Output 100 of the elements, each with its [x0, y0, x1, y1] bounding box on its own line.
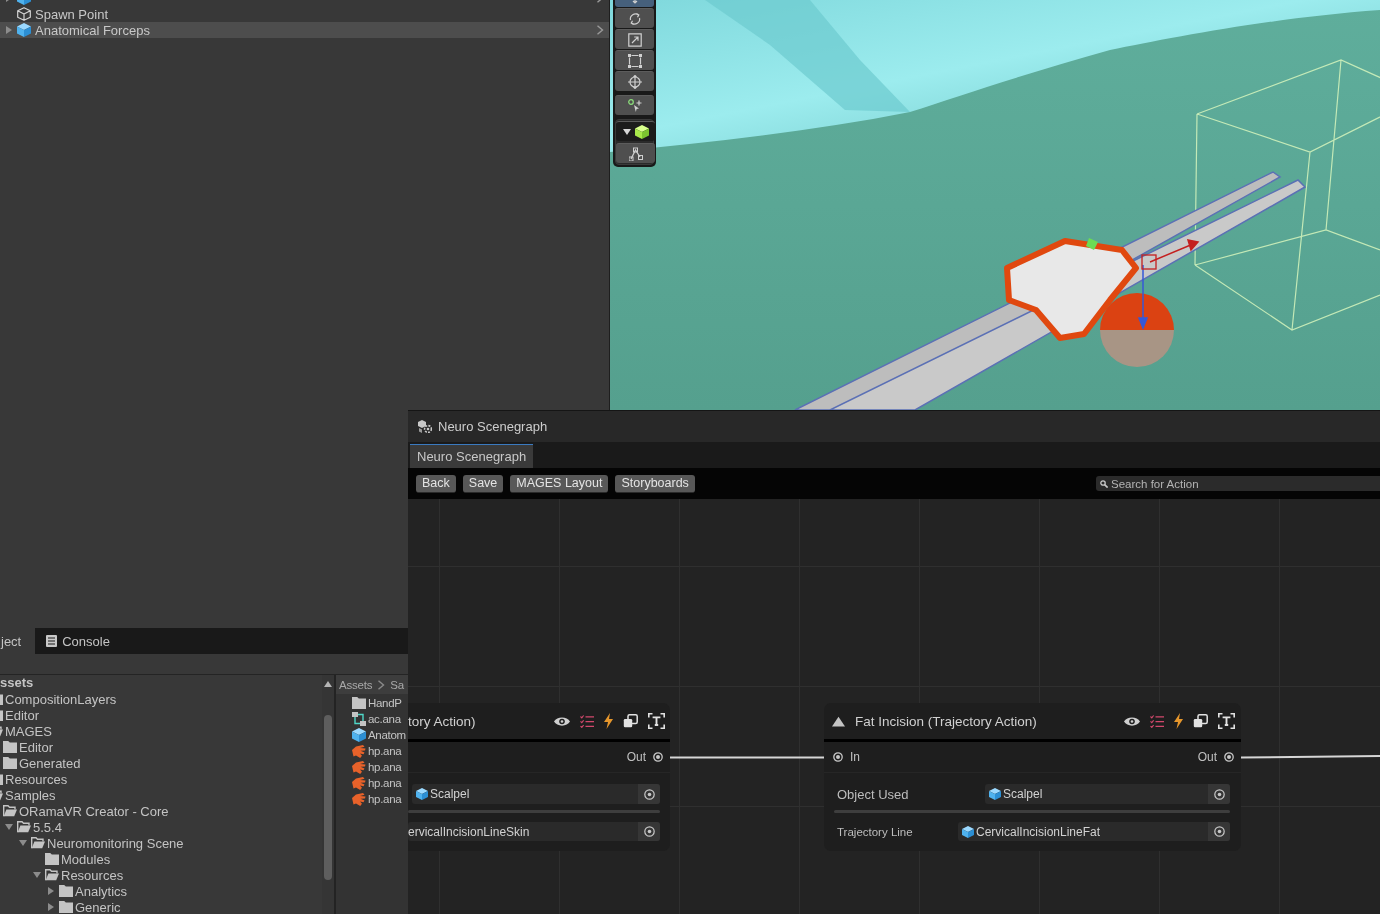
toolbar-button[interactable]: Back: [416, 474, 456, 493]
asset-name[interactable]: hp.ana: [368, 745, 402, 757]
object-field[interactable]: Scalpel: [412, 784, 660, 804]
node-title: Fat Incision (Trajectory Action): [855, 713, 1037, 729]
checklist-icon[interactable]: [1150, 714, 1164, 728]
lightning-icon[interactable]: [604, 713, 613, 729]
target-button[interactable]: [1208, 822, 1230, 841]
target-button[interactable]: [1208, 784, 1230, 804]
cursor-plus-icon: [627, 98, 642, 113]
chevron-right-icon[interactable]: [596, 25, 604, 35]
text-frame-icon[interactable]: [1218, 713, 1235, 729]
custom-tool-button[interactable]: [615, 95, 654, 115]
node-title: tory Action): [408, 713, 476, 729]
spline-tool-button[interactable]: [616, 143, 655, 163]
scroll-up-arrow-icon[interactable]: [324, 680, 332, 688]
eye-icon[interactable]: [554, 715, 570, 727]
search-field[interactable]: Search for Action: [1096, 476, 1380, 491]
target-button[interactable]: [638, 784, 660, 804]
folder-name[interactable]: Neuromonitoring Scene: [47, 835, 184, 851]
gizmo-arrow[interactable]: [1149, 239, 1200, 263]
port-ring-icon[interactable]: [1224, 752, 1234, 762]
hand-gizmo[interactable]: [1004, 238, 1139, 341]
gizmo-arrow[interactable]: [1138, 264, 1148, 330]
window-tab[interactable]: Neuro Scenegraph: [410, 444, 534, 468]
object-field[interactable]: CervicalIncisionLineFat: [958, 822, 1230, 841]
folder-name[interactable]: Resources: [61, 867, 124, 883]
object-field[interactable]: ervicalIncisionLineSkin: [408, 822, 660, 841]
hand-icon: [352, 744, 366, 758]
target-icon: [643, 826, 655, 837]
rect-frame-icon: [627, 53, 642, 68]
cube-icon: [989, 788, 1001, 800]
panel-tab[interactable]: Console: [35, 628, 120, 654]
text-frame-icon[interactable]: [648, 713, 665, 729]
panel-tab[interactable]: ject: [0, 628, 36, 654]
folder-name[interactable]: Samples: [5, 787, 56, 803]
node-card[interactable]: Fat Incision (Trajectory Action) In Out Object Used Scalpel Trajectory Line CervicalIncisionLineFat: [824, 703, 1241, 851]
breadcrumb-link[interactable]: Assets: [339, 678, 373, 691]
folder-name[interactable]: Resources: [5, 771, 68, 787]
breadcrumb-link[interactable]: Sa: [390, 678, 404, 691]
toolbar-button[interactable]: Save: [462, 474, 504, 493]
folder-name[interactable]: CompositionLayers: [5, 691, 117, 707]
hierarchy-row[interactable]: Spawn Point: [0, 6, 609, 22]
expand-arrow-icon[interactable]: [19, 839, 27, 847]
asset-name[interactable]: HandP: [368, 697, 402, 709]
checklist-icon[interactable]: [580, 714, 594, 728]
target-icon: [1213, 826, 1225, 837]
expand-arrow-icon[interactable]: [5, 26, 13, 34]
transform-tool-button[interactable]: [615, 71, 654, 91]
scale-tool-button[interactable]: [615, 29, 654, 49]
port-label: Out: [626, 750, 646, 764]
asset-name[interactable]: ac.ana: [368, 713, 401, 725]
expand-arrow-icon[interactable]: [47, 887, 55, 895]
hand-icon: [352, 792, 366, 806]
gizmo-handle[interactable]: [1086, 238, 1098, 250]
asset-name[interactable]: hp.ana: [368, 761, 402, 773]
folder-name[interactable]: Editor: [19, 739, 53, 755]
folder-name[interactable]: Modules: [61, 851, 111, 867]
expand-arrow-icon[interactable]: [47, 903, 55, 911]
object-name: Spawn Point: [35, 6, 108, 22]
object-field[interactable]: Scalpel: [985, 784, 1230, 804]
scrollbar-thumb[interactable]: [324, 715, 332, 880]
expand-arrow-icon[interactable]: [33, 871, 41, 879]
node-card[interactable]: tory Action) Out Scalpel ervicalIncisionLineSkin: [408, 703, 670, 851]
rect-tool-button[interactable]: [615, 50, 654, 70]
folder-name[interactable]: ORamaVR Creator - Core: [19, 803, 169, 819]
stacked-squares-icon[interactable]: [623, 714, 638, 728]
folder-icon: [352, 697, 366, 709]
toolbar-button[interactable]: Storyboards: [615, 474, 695, 493]
cube-icon: [634, 124, 649, 139]
transform-gizmo-icon: [627, 74, 642, 89]
root-folder-name[interactable]: ssets: [0, 675, 34, 691]
folder-name[interactable]: MAGES: [5, 723, 52, 739]
asset-name[interactable]: Anatom: [368, 729, 406, 741]
lightning-icon[interactable]: [1174, 713, 1183, 729]
gizmo-cube[interactable]: [1141, 254, 1157, 270]
caret-icon[interactable]: [622, 127, 631, 136]
folder-name[interactable]: Editor: [5, 707, 39, 723]
port-label: In: [850, 750, 860, 764]
chevron-right-icon[interactable]: [377, 679, 386, 690]
port-ring-icon[interactable]: [653, 752, 663, 762]
field-label: Trajectory Line: [837, 825, 914, 838]
expand-arrow-icon[interactable]: [5, 823, 13, 831]
target-icon: [1213, 788, 1225, 800]
rotate-tool-button[interactable]: [615, 8, 654, 28]
folder-name[interactable]: 5.5.4: [33, 819, 62, 835]
folder-name[interactable]: Generated: [19, 755, 81, 771]
folder-name[interactable]: Analytics: [75, 883, 128, 899]
collapse-triangle-icon[interactable]: [832, 714, 845, 728]
eye-icon[interactable]: [1124, 715, 1140, 727]
component-tool-button[interactable]: [616, 121, 655, 141]
toolbar-button[interactable]: MAGES Layout: [510, 474, 609, 493]
asset-name[interactable]: hp.ana: [368, 777, 402, 789]
asset-name[interactable]: hp.ana: [368, 793, 402, 805]
folder-name[interactable]: Generic: [75, 899, 121, 914]
hierarchy-row[interactable]: Anatomical Forceps: [0, 22, 609, 38]
target-icon: [643, 788, 655, 800]
stacked-squares-icon[interactable]: [1193, 714, 1208, 728]
port-ring-icon[interactable]: [833, 752, 843, 762]
target-button[interactable]: [638, 822, 660, 841]
cube-outline-icon: [17, 7, 31, 21]
